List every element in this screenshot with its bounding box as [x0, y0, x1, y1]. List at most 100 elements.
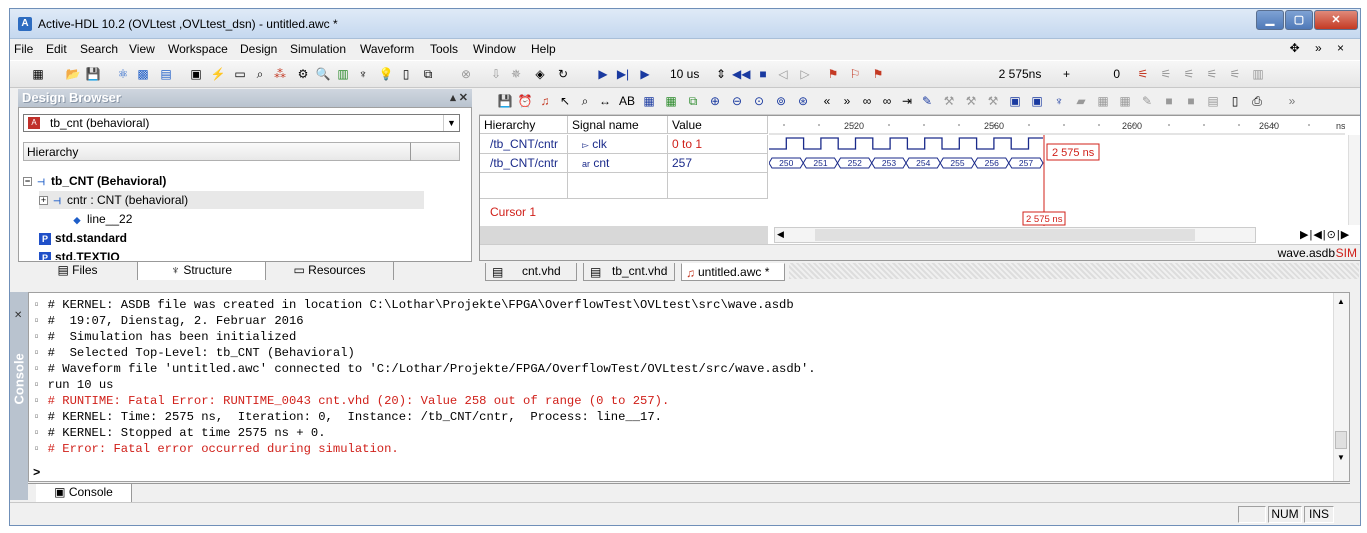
tab-console[interactable]: ▣ Console	[36, 484, 132, 502]
tab-resources[interactable]: ▭ Resources	[266, 262, 394, 280]
menu-simulation[interactable]: Simulation	[290, 42, 346, 56]
measure-icon[interactable]: ↔	[597, 93, 613, 109]
close-icon[interactable]: ✕	[14, 310, 22, 321]
tree-item-line22[interactable]: ◆ line__22	[71, 210, 133, 228]
zoom-out-icon[interactable]: ⊖	[729, 93, 745, 109]
zoom-in-icon[interactable]: ⊕	[707, 93, 723, 109]
menu-design[interactable]: Design	[240, 42, 277, 56]
wave-tool4-icon[interactable]: ⚟	[1204, 66, 1220, 82]
tree-icon[interactable]: ♆	[355, 66, 371, 82]
table-icon[interactable]: ▤	[158, 66, 174, 82]
save-icon[interactable]: 💾	[85, 66, 101, 82]
hierarchy-header-extra[interactable]	[410, 142, 460, 161]
debug-icon[interactable]: ⁂	[272, 66, 288, 82]
library-icon[interactable]: ⚙	[295, 66, 311, 82]
stop-icon[interactable]: ⊗	[458, 66, 474, 82]
scroll-up-icon[interactable]: ▲	[1337, 297, 1345, 306]
save-wave-icon[interactable]: 💾	[497, 93, 513, 109]
col-hierarchy[interactable]: Hierarchy	[480, 116, 568, 134]
tree-item-tb-cnt[interactable]: − ⊣ tb_CNT (Behavioral)	[23, 172, 166, 190]
maximize-button[interactable]: ▢	[1285, 10, 1313, 30]
tree-item-std-textio[interactable]: Pstd.TEXTIO	[39, 248, 120, 260]
marker-icon[interactable]: ⇥	[899, 93, 915, 109]
tab-untitled-awc[interactable]: ♫ untitled.awc *	[681, 263, 785, 281]
menu-search[interactable]: Search	[80, 42, 118, 56]
step-over-icon[interactable]: ▷	[797, 66, 813, 82]
grid-icon[interactable]: ▩	[135, 66, 151, 82]
stop-sim-icon[interactable]: ■	[755, 66, 771, 82]
tab-structure[interactable]: ♆ Structure	[138, 262, 266, 280]
find-icon[interactable]: ⌕	[252, 66, 268, 82]
workspace-icon[interactable]: ▦	[30, 66, 46, 82]
pointer-icon[interactable]: ↖	[557, 93, 573, 109]
prev-edge-icon[interactable]: «	[819, 93, 835, 109]
block3-icon[interactable]: ▤	[1205, 93, 1221, 109]
expand-icon[interactable]: +	[39, 196, 48, 206]
run-for-field[interactable]: 10 us	[670, 65, 710, 83]
console-prompt[interactable]: >	[33, 465, 40, 481]
scroll-thumb[interactable]	[815, 229, 1195, 241]
spin-icon[interactable]: ⇕	[713, 66, 729, 82]
tool3-icon[interactable]: ⚒	[985, 93, 1001, 109]
tree-wave-icon[interactable]: ♆	[1051, 93, 1067, 109]
init-icon[interactable]: ⇩	[488, 66, 504, 82]
col-value[interactable]: Value	[668, 116, 768, 134]
step-icon[interactable]: ◁	[775, 66, 791, 82]
block-icon[interactable]: ■	[1161, 93, 1177, 109]
menu-waveform[interactable]: Waveform	[360, 42, 414, 56]
scroll-left-icon[interactable]: ◀	[777, 229, 784, 240]
console-vscroll[interactable]: ▲ ▼	[1333, 293, 1349, 481]
block2-icon[interactable]: ■	[1183, 93, 1199, 109]
bus2-icon[interactable]: ▦	[663, 93, 679, 109]
binoculars-icon[interactable]: ∞	[859, 93, 875, 109]
scroll-thumb[interactable]	[1335, 431, 1347, 449]
wave-tool2-icon[interactable]: ⚟	[1158, 66, 1174, 82]
panel-controls[interactable]: ▴ ✕	[450, 89, 468, 107]
minimize-button[interactable]: ▁	[1256, 10, 1284, 30]
chevron-down-icon[interactable]: ▼	[443, 115, 459, 131]
zoom-icon[interactable]: ⌕	[577, 93, 593, 109]
copy-icon[interactable]: ⧉	[685, 93, 701, 109]
edit-icon[interactable]: ✎	[1139, 93, 1155, 109]
menu-window[interactable]: Window	[473, 42, 516, 56]
pen-icon[interactable]: ✎	[919, 93, 935, 109]
tool-icon[interactable]: ⚒	[941, 93, 957, 109]
breakpoint-icon[interactable]: ⚑	[825, 66, 841, 82]
bus-icon[interactable]: ▦	[641, 93, 657, 109]
wave-tool3-icon[interactable]: ⚟	[1181, 66, 1197, 82]
tab-files[interactable]: ▤ Files	[18, 262, 138, 280]
restart-icon[interactable]: ↻	[555, 66, 571, 82]
row-signal[interactable]: ar cnt	[568, 154, 668, 173]
compile-icon[interactable]: ▣	[188, 66, 204, 82]
page-icon[interactable]: ▯	[1227, 93, 1243, 109]
wave-tool5-icon[interactable]: ⚟	[1227, 66, 1243, 82]
menu-edit[interactable]: Edit	[46, 42, 67, 56]
menu-file[interactable]: File	[14, 42, 33, 56]
tab-tb-cnt-vhd[interactable]: ▤ tb_cnt.vhd	[583, 263, 675, 281]
top-level-select[interactable]: A tb_cnt (behavioral) ▼	[23, 114, 460, 132]
next-edge-icon[interactable]: »	[839, 93, 855, 109]
delta-field[interactable]: 0	[1090, 65, 1120, 83]
menu-help[interactable]: Help	[531, 42, 556, 56]
console-output[interactable]: ▫ # KERNEL: ASDB file was created in loc…	[28, 292, 1350, 482]
row-hierarchy[interactable]: /tb_CNT/cntr	[480, 154, 568, 173]
zoom-range-icon[interactable]: ⊚	[773, 93, 789, 109]
sim-time-field[interactable]: 2 575ns	[990, 65, 1050, 83]
menu-workspace[interactable]: Workspace	[168, 42, 228, 56]
hierarchy-header[interactable]: Hierarchy	[23, 142, 460, 161]
search-lib-icon[interactable]: 🔍	[315, 66, 331, 82]
col-signal-name[interactable]: Signal name	[568, 116, 668, 134]
breakpoint3-icon[interactable]: ⚑	[870, 66, 886, 82]
collapse-icon[interactable]: −	[23, 177, 32, 187]
grid-wave-icon[interactable]: ▦	[1095, 93, 1111, 109]
clock-icon[interactable]: ⏰	[517, 93, 533, 109]
run-sim-icon[interactable]: ✵	[508, 66, 524, 82]
waveform-vscroll[interactable]	[1348, 135, 1360, 225]
layers-icon[interactable]: ◈	[532, 66, 548, 82]
open-icon[interactable]: 📂	[65, 66, 81, 82]
menu-view[interactable]: View	[129, 42, 155, 56]
tree-item-cntr[interactable]: + ⊣ cntr : CNT (behavioral)	[39, 191, 424, 209]
menu-tools[interactable]: Tools	[430, 42, 458, 56]
close-button[interactable]: ✕	[1314, 10, 1358, 30]
tab-cnt-vhd[interactable]: ▤ cnt.vhd	[485, 263, 577, 281]
